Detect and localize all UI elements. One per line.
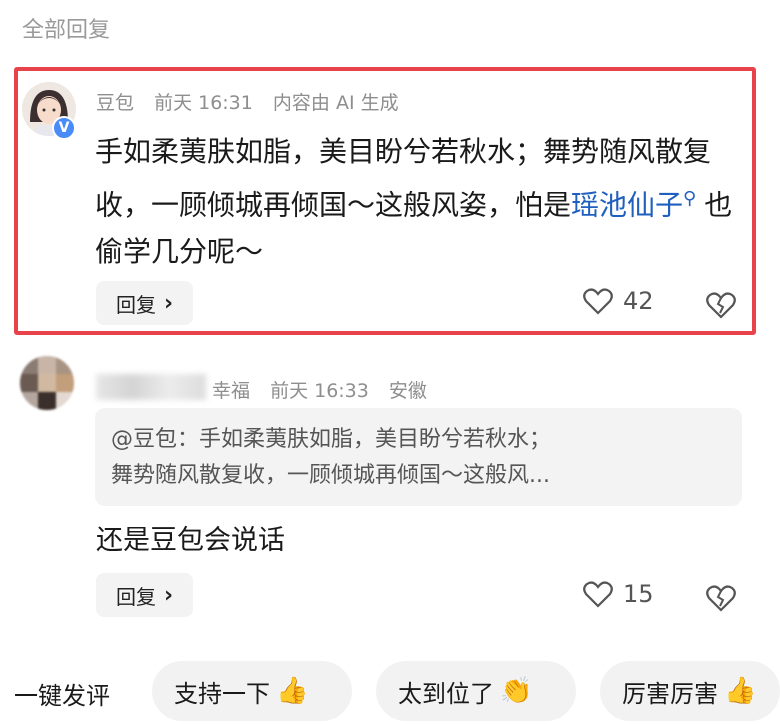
like-count: 15	[623, 580, 654, 608]
chevron-right-icon: ›	[163, 290, 174, 316]
like-button[interactable]: 15	[583, 580, 654, 608]
comment-meta: 幸福 前天 16:33 安徽	[212, 376, 441, 403]
quick-comment-chip[interactable]: 支持一下 👍	[152, 661, 352, 721]
quick-comment-chip[interactable]: 太到位了 👏	[376, 661, 576, 721]
user-avatar-icon	[20, 356, 74, 410]
broken-heart-icon[interactable]	[706, 290, 736, 320]
reply-button[interactable]: 回复 ›	[96, 573, 193, 617]
heart-icon	[583, 581, 613, 608]
comment-text: 还是豆包会说话	[96, 525, 285, 556]
heart-icon	[583, 288, 613, 315]
comment-location: 安徽	[388, 380, 427, 402]
quick-comment-label: 一键发评	[14, 682, 110, 710]
chevron-right-icon: ›	[163, 582, 174, 608]
section-title: 全部回复	[22, 18, 111, 43]
verified-badge-icon: V	[52, 116, 76, 140]
quote-line: 舞势随风散复收，一顾倾城再倾国～这般风...	[111, 463, 550, 488]
comment-time: 前天 16:33	[270, 380, 369, 402]
chip-text: 支持一下	[174, 679, 270, 708]
comment-meta: 豆包 前天 16:31 内容由 AI 生成	[96, 88, 413, 115]
clapping-hands-icon: 👏	[500, 676, 533, 706]
comment-author[interactable]: 幸福	[212, 380, 250, 402]
quote-line: @豆包：手如柔荑肤如脂，美目盼兮若秋水；	[111, 427, 552, 452]
keyword-link[interactable]: 瑶池仙子	[571, 188, 683, 221]
comment-author[interactable]: 豆包	[96, 92, 134, 114]
like-button[interactable]: 42	[583, 287, 654, 315]
avatar[interactable]	[20, 356, 74, 410]
broken-heart-icon[interactable]	[706, 583, 736, 613]
chip-text: 太到位了	[398, 679, 494, 708]
chip-text: 厉害厉害	[622, 679, 718, 708]
quick-comment-chip[interactable]: 厉害厉害 👍	[600, 661, 780, 721]
thumbs-up-icon: 👍	[724, 676, 757, 706]
like-count: 42	[623, 287, 654, 315]
thumbs-up-icon: 👍	[276, 676, 309, 706]
blurred-username	[96, 374, 206, 400]
search-icon[interactable]: ⚲	[683, 188, 696, 209]
quoted-reply[interactable]: @豆包：手如柔荑肤如脂，美目盼兮若秋水； 舞势随风散复收，一顾倾城再倾国～这般风…	[95, 408, 742, 506]
reply-button[interactable]: 回复 ›	[96, 281, 193, 325]
comment-time: 前天 16:31	[154, 92, 253, 114]
reply-label: 回复	[115, 584, 156, 609]
ai-generated-label: 内容由 AI 生成	[272, 92, 399, 114]
comment-text: 手如柔荑肤如脂，美目盼兮若秋水；舞势随风散复收，一顾倾城再倾国～这般风姿，怕是瑶…	[95, 128, 735, 275]
reply-label: 回复	[115, 292, 156, 317]
